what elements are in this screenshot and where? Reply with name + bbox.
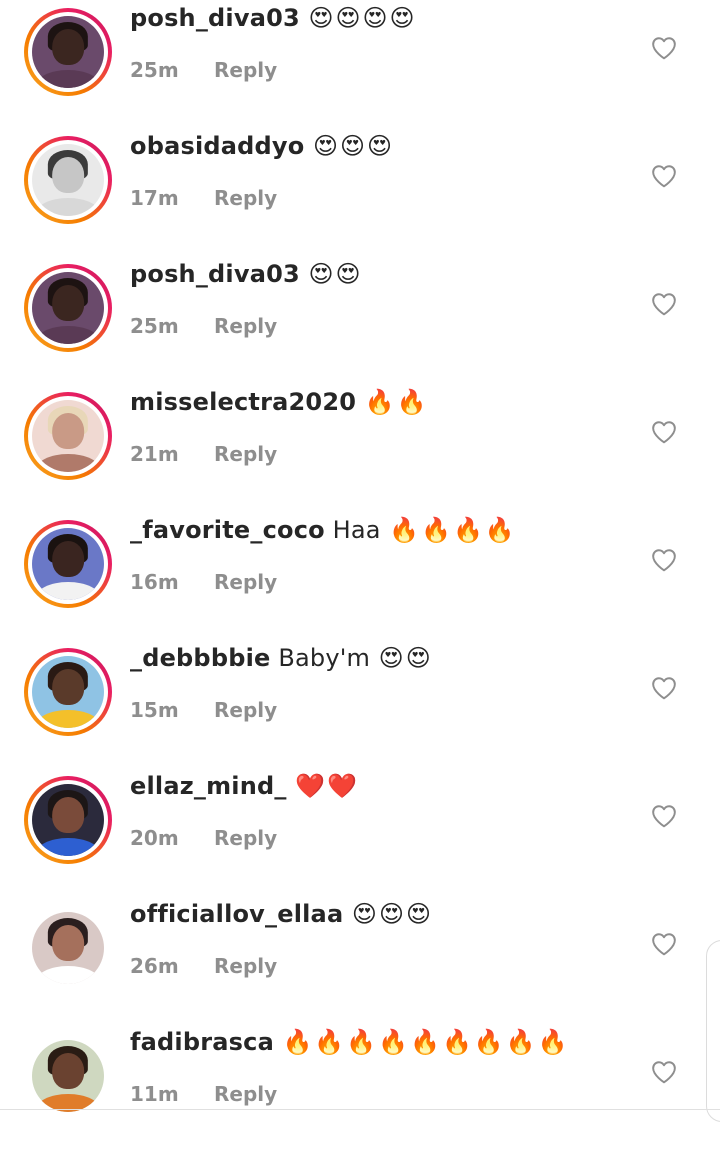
- avatar-image: [32, 272, 104, 344]
- comment-meta: 20m Reply: [130, 826, 277, 850]
- comment-username[interactable]: posh_diva03: [130, 260, 300, 288]
- comment-text: fadibrasca 🔥🔥🔥🔥🔥🔥🔥🔥🔥: [130, 1028, 569, 1056]
- comment-text: obasidaddyo 😍😍😍: [130, 132, 394, 160]
- avatar-image: [32, 784, 104, 856]
- comment-text: ellaz_mind_ ❤️❤️: [130, 772, 359, 800]
- comment-meta: 11m Reply: [130, 1082, 277, 1106]
- comment-meta: 15m Reply: [130, 698, 277, 722]
- comment-meta: 21m Reply: [130, 442, 277, 466]
- comment-text: _debbbbie Baby'm 😍😍: [130, 644, 433, 672]
- comment-timestamp: 17m: [130, 186, 179, 210]
- comment-emojis: 🔥🔥🔥🔥🔥🔥🔥🔥🔥: [282, 1028, 570, 1056]
- comment-timestamp: 11m: [130, 1082, 179, 1106]
- comment-username[interactable]: _favorite_coco: [130, 516, 325, 544]
- reply-button[interactable]: Reply: [214, 58, 277, 82]
- comment-timestamp: 25m: [130, 58, 179, 82]
- comment-text: officiallov_ellaa 😍😍😍: [130, 900, 433, 928]
- comment-username[interactable]: fadibrasca: [130, 1028, 274, 1056]
- comment-row: _favorite_coco Haa 🔥🔥🔥🔥 16m Reply: [0, 514, 720, 642]
- comment-emojis: 😍😍: [378, 644, 433, 672]
- avatar-image: [32, 144, 104, 216]
- comment-text: posh_diva03 😍😍😍😍: [130, 4, 417, 32]
- comment-meta: 17m Reply: [130, 186, 277, 210]
- heart-outline-icon[interactable]: [651, 36, 677, 60]
- comment-row: posh_diva03 😍😍😍😍 25m Reply: [0, 2, 720, 130]
- avatar[interactable]: [24, 520, 112, 608]
- comment-timestamp: 25m: [130, 314, 179, 338]
- reply-button[interactable]: Reply: [214, 442, 277, 466]
- comment-body: Haa: [324, 516, 381, 544]
- reply-button[interactable]: Reply: [214, 314, 277, 338]
- comment-emojis: 😍😍😍: [351, 900, 433, 928]
- reply-button[interactable]: Reply: [214, 186, 277, 210]
- reply-button[interactable]: Reply: [214, 954, 277, 978]
- comment-username[interactable]: officiallov_ellaa: [130, 900, 343, 928]
- heart-outline-icon[interactable]: [651, 676, 677, 700]
- avatar[interactable]: [24, 1032, 112, 1120]
- comment-emojis: 🔥🔥🔥🔥: [389, 516, 517, 544]
- avatar-image: [32, 912, 104, 984]
- reply-button[interactable]: Reply: [214, 570, 277, 594]
- divider: [0, 1109, 720, 1110]
- reply-button[interactable]: Reply: [214, 826, 277, 850]
- heart-outline-icon[interactable]: [651, 932, 677, 956]
- comment-row: misselectra2020 🔥🔥 21m Reply: [0, 386, 720, 514]
- avatar[interactable]: [24, 648, 112, 736]
- comment-meta: 16m Reply: [130, 570, 277, 594]
- avatar-image: [32, 16, 104, 88]
- heart-outline-icon[interactable]: [651, 1060, 677, 1084]
- heart-outline-icon[interactable]: [651, 292, 677, 316]
- comment-username[interactable]: ellaz_mind_: [130, 772, 287, 800]
- avatar[interactable]: [24, 8, 112, 96]
- comment-text: _favorite_coco Haa 🔥🔥🔥🔥: [130, 516, 517, 544]
- comment-timestamp: 16m: [130, 570, 179, 594]
- avatar-image: [32, 528, 104, 600]
- comment-username[interactable]: posh_diva03: [130, 4, 300, 32]
- comment-username[interactable]: _debbbbie: [130, 644, 270, 672]
- comment-emojis: 😍😍😍: [313, 132, 395, 160]
- avatar[interactable]: [24, 392, 112, 480]
- comment-timestamp: 20m: [130, 826, 179, 850]
- avatar-image: [32, 656, 104, 728]
- comment-emojis: 😍😍😍😍: [308, 4, 417, 32]
- comment-emojis: 🔥🔥: [364, 388, 429, 416]
- comment-row: _debbbbie Baby'm 😍😍 15m Reply: [0, 642, 720, 770]
- comment-row: ellaz_mind_ ❤️❤️ 20m Reply: [0, 770, 720, 898]
- comment-text: posh_diva03 😍😍: [130, 260, 363, 288]
- avatar-image: [32, 1040, 104, 1112]
- heart-outline-icon[interactable]: [651, 548, 677, 572]
- avatar[interactable]: [24, 264, 112, 352]
- heart-outline-icon[interactable]: [651, 164, 677, 188]
- comment-timestamp: 15m: [130, 698, 179, 722]
- scroll-indicator[interactable]: [706, 940, 720, 1122]
- comment-timestamp: 21m: [130, 442, 179, 466]
- comment-username[interactable]: misselectra2020: [130, 388, 356, 416]
- comment-meta: 25m Reply: [130, 314, 277, 338]
- comment-meta: 25m Reply: [130, 58, 277, 82]
- comment-row: obasidaddyo 😍😍😍 17m Reply: [0, 130, 720, 258]
- reply-button[interactable]: Reply: [214, 698, 277, 722]
- comment-row: officiallov_ellaa 😍😍😍 26m Reply: [0, 898, 720, 1026]
- avatar-image: [32, 400, 104, 472]
- comment-row: posh_diva03 😍😍 25m Reply: [0, 258, 720, 386]
- comment-text: misselectra2020 🔥🔥: [130, 388, 428, 416]
- comment-row: fadibrasca 🔥🔥🔥🔥🔥🔥🔥🔥🔥 11m Reply: [0, 1026, 720, 1154]
- comment-emojis: ❤️❤️: [295, 772, 359, 800]
- comment-username[interactable]: obasidaddyo: [130, 132, 304, 160]
- comment-meta: 26m Reply: [130, 954, 277, 978]
- reply-button[interactable]: Reply: [214, 1082, 277, 1106]
- comment-emojis: 😍😍: [308, 260, 363, 288]
- avatar[interactable]: [24, 904, 112, 992]
- comment-body: Baby'm: [270, 644, 371, 672]
- comment-timestamp: 26m: [130, 954, 179, 978]
- heart-outline-icon[interactable]: [651, 804, 677, 828]
- avatar[interactable]: [24, 776, 112, 864]
- avatar[interactable]: [24, 136, 112, 224]
- heart-outline-icon[interactable]: [651, 420, 677, 444]
